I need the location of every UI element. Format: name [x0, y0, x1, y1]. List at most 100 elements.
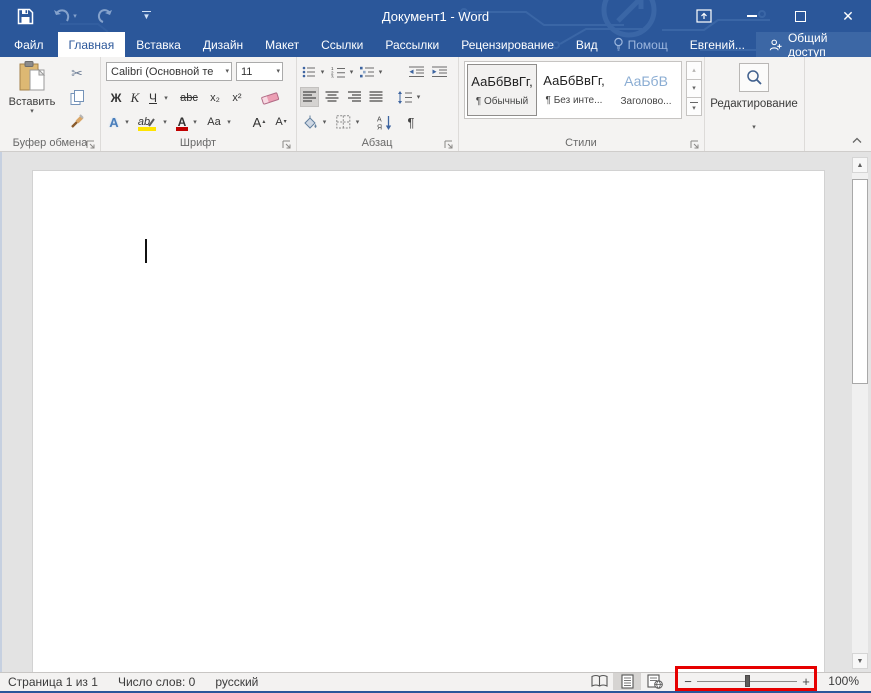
tab-insert[interactable]: Вставка: [125, 32, 192, 57]
line-spacing-button[interactable]: [394, 87, 414, 107]
tab-view[interactable]: Вид: [565, 32, 609, 57]
clear-formatting-button[interactable]: [258, 88, 282, 108]
format-painter-button[interactable]: [64, 111, 90, 131]
align-center-button[interactable]: [322, 87, 341, 107]
borders-dropdown[interactable]: ▾: [353, 112, 362, 132]
decrease-indent-button[interactable]: [406, 62, 426, 82]
paragraph-dialog-launcher[interactable]: [444, 137, 454, 147]
account-user-button[interactable]: Евгений...: [679, 32, 756, 57]
font-group-label: Шрифт: [100, 137, 296, 149]
editing-dropdown[interactable]: ▾: [704, 116, 804, 134]
multilevel-list-dropdown[interactable]: ▾: [376, 62, 385, 82]
text-effects-dropdown[interactable]: ▾: [122, 112, 132, 132]
font-color-dropdown[interactable]: ▾: [190, 112, 200, 132]
align-left-button[interactable]: [300, 87, 319, 107]
text-effects-button[interactable]: А: [106, 112, 122, 132]
collapse-ribbon-button[interactable]: [848, 133, 866, 147]
superscript-button[interactable]: x²: [228, 88, 246, 108]
tell-me-button[interactable]: Помощ: [609, 32, 679, 57]
zoom-in-button[interactable]: +: [799, 675, 813, 688]
ribbon-display-options-button[interactable]: [687, 0, 721, 32]
copy-icon: [70, 90, 85, 105]
undo-button[interactable]: ▾: [50, 3, 80, 29]
close-button[interactable]: ✕: [831, 0, 865, 32]
increase-indent-button[interactable]: [429, 62, 449, 82]
font-dialog-launcher[interactable]: [282, 137, 292, 147]
styles-scroll-down-button[interactable]: ▾: [686, 79, 702, 98]
save-button[interactable]: [10, 3, 40, 29]
zoom-slider-track[interactable]: [697, 675, 797, 687]
numbering-dropdown[interactable]: ▾: [347, 62, 356, 82]
tab-layout[interactable]: Макет: [254, 32, 310, 57]
scrollbar-up-button[interactable]: ▲: [852, 157, 868, 173]
minimize-button[interactable]: [735, 0, 769, 32]
tab-design[interactable]: Дизайн: [192, 32, 254, 57]
underline-dropdown[interactable]: ▾: [161, 88, 171, 108]
change-case-button[interactable]: Аа: [204, 112, 224, 132]
maximize-icon: [795, 11, 806, 22]
line-spacing-dropdown[interactable]: ▾: [414, 87, 423, 107]
style-normal[interactable]: АаБбВвГг, ¶ Обычный: [467, 64, 537, 116]
redo-button[interactable]: [90, 3, 120, 29]
clipboard-dialog-launcher[interactable]: [86, 137, 96, 147]
highlight-dropdown[interactable]: ▾: [160, 112, 170, 132]
tab-file[interactable]: Файл: [0, 32, 58, 57]
scrollbar-down-button[interactable]: ▼: [852, 653, 868, 669]
subscript-button[interactable]: x₂: [206, 88, 224, 108]
tab-home[interactable]: Главная: [58, 32, 126, 57]
share-button[interactable]: Общий доступ: [756, 32, 871, 57]
show-paragraph-marks-button[interactable]: ¶: [402, 112, 420, 132]
tab-review[interactable]: Рецензирование: [450, 32, 565, 57]
cut-button[interactable]: ✂: [64, 63, 90, 83]
font-size-combo[interactable]: 11 ▾: [236, 62, 283, 81]
multilevel-list-button[interactable]: [358, 62, 376, 82]
bullets-dropdown[interactable]: ▾: [318, 62, 327, 82]
bold-button[interactable]: Ж: [108, 88, 124, 108]
shrink-font-button[interactable]: А▾: [272, 112, 290, 132]
sort-button[interactable]: А Я: [374, 112, 396, 132]
shading-button[interactable]: [300, 112, 320, 132]
bullets-button[interactable]: [300, 62, 318, 82]
title-bar-region: ▾ ▼ Документ1 - Word: [0, 0, 871, 57]
word-count[interactable]: Число слов: 0: [118, 675, 195, 689]
numbering-button[interactable]: 123: [329, 62, 347, 82]
styles-more-button[interactable]: ▾: [686, 97, 702, 116]
customize-qat-button[interactable]: ▼: [142, 11, 151, 22]
tab-mailings[interactable]: Рассылки: [374, 32, 450, 57]
web-layout-button[interactable]: [641, 673, 669, 690]
highlight-dropdown-icon: ▾: [163, 119, 167, 126]
shading-dropdown[interactable]: ▾: [320, 112, 329, 132]
styles-dialog-launcher[interactable]: [690, 137, 700, 147]
underline-button[interactable]: Ч: [146, 88, 160, 108]
tab-references[interactable]: Ссылки: [310, 32, 374, 57]
dialog-launcher-icon: [86, 140, 96, 150]
grow-font-button[interactable]: А▴: [250, 112, 268, 132]
print-layout-button[interactable]: [613, 673, 641, 690]
styles-scroll-up-button[interactable]: ▴: [686, 61, 702, 80]
find-button[interactable]: [739, 63, 769, 92]
style-heading1[interactable]: АаБбВ Заголово...: [611, 64, 681, 116]
zoom-out-button[interactable]: −: [681, 675, 695, 688]
strikethrough-button[interactable]: abc: [176, 88, 202, 108]
justify-button[interactable]: [366, 87, 385, 107]
copy-button[interactable]: [64, 87, 90, 107]
font-color-button[interactable]: А: [174, 112, 190, 132]
maximize-button[interactable]: [783, 0, 817, 32]
styles-group-label: Стили: [458, 137, 704, 149]
italic-button[interactable]: К: [128, 88, 142, 108]
read-mode-button[interactable]: [585, 673, 613, 690]
zoom-slider-thumb[interactable]: [745, 675, 750, 687]
scrollbar-thumb[interactable]: [852, 179, 868, 384]
paste-button[interactable]: Вставить ▾: [6, 61, 58, 133]
borders-button[interactable]: [333, 112, 353, 132]
zoom-percentage[interactable]: 100%: [819, 674, 859, 688]
highlight-button[interactable]: ab: [136, 112, 158, 132]
page-indicator[interactable]: Страница 1 из 1: [8, 675, 98, 689]
change-case-dropdown[interactable]: ▾: [224, 112, 234, 132]
style-no-spacing[interactable]: АаБбВвГг, ¶ Без инте...: [539, 64, 609, 116]
document-page[interactable]: [32, 170, 825, 672]
language-indicator[interactable]: русский: [215, 675, 258, 689]
font-name-combo[interactable]: Calibri (Основной те ▾: [106, 62, 232, 81]
align-right-button[interactable]: [344, 87, 363, 107]
vertical-scrollbar[interactable]: ▲ ▼: [851, 156, 869, 670]
